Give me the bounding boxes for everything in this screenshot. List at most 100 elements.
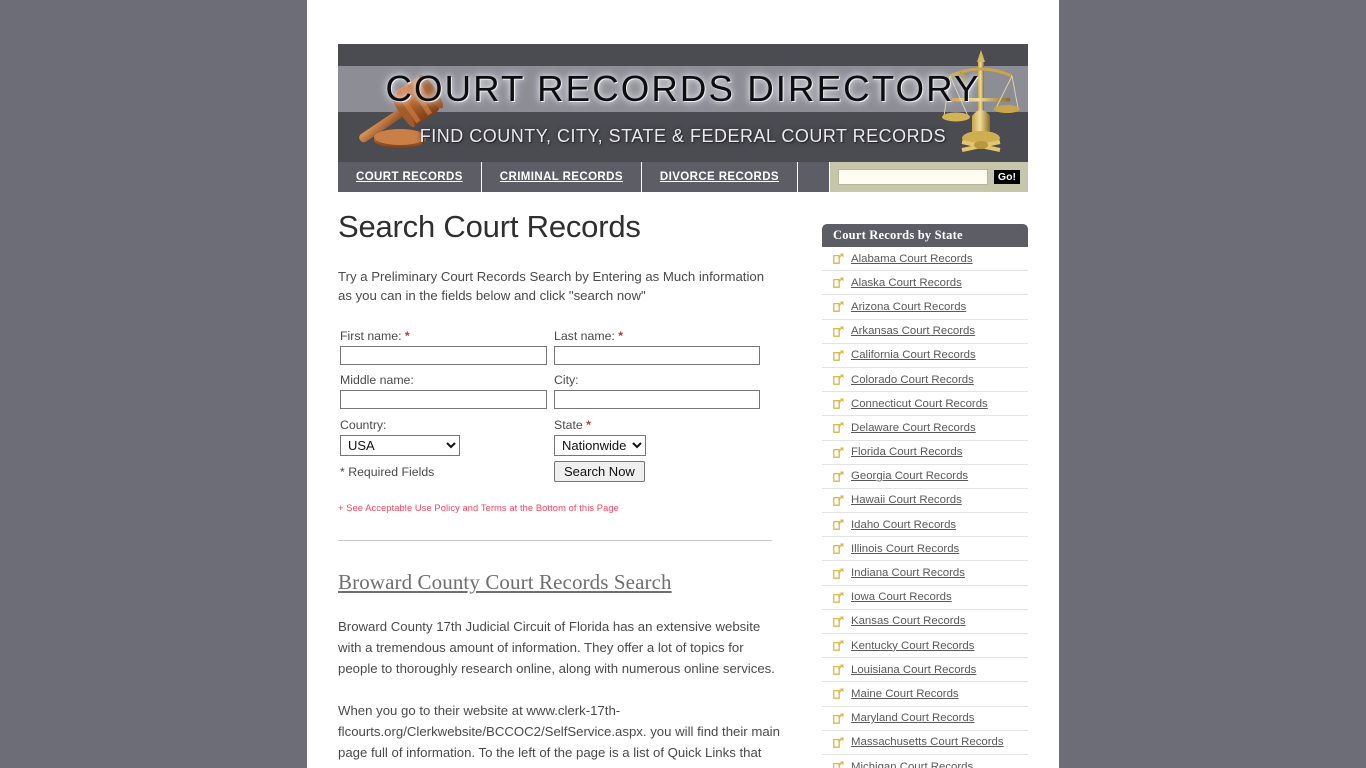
external-link-icon — [833, 591, 844, 603]
external-link-icon — [833, 761, 844, 768]
main-navigation: COURT RECORDS CRIMINAL RECORDS DIVORCE R… — [338, 162, 1028, 192]
sidebar-state-list: Alabama Court Records Alaska Court Record… — [822, 247, 1028, 768]
sidebar-item-state[interactable]: Kentucky Court Records — [822, 634, 1028, 659]
sidebar-item-state[interactable]: Colorado Court Records — [822, 368, 1028, 393]
sidebar-item-label[interactable]: Illinois Court Records — [851, 543, 959, 555]
state-select[interactable]: Nationwide — [554, 435, 646, 457]
external-link-icon — [833, 422, 844, 434]
state-label-text: State — [554, 418, 583, 433]
content-divider — [338, 540, 772, 542]
acceptable-use-policy-link[interactable]: + See Acceptable Use Policy and Terms at… — [338, 503, 785, 513]
court-records-search-form: First name: * Last name: * Middle name: … — [338, 329, 785, 489]
header-search-input[interactable] — [837, 169, 988, 185]
search-now-button[interactable]: Search Now — [554, 461, 645, 483]
city-label: City: — [554, 373, 579, 388]
last-name-label: Last name: * — [554, 329, 623, 343]
external-link-icon — [833, 398, 844, 410]
sidebar-item-state[interactable]: Georgia Court Records — [822, 465, 1028, 489]
external-link-icon — [833, 519, 844, 531]
sidebar-item-state[interactable]: Alabama Court Records — [822, 247, 1028, 272]
state-required-marker: * — [586, 418, 591, 433]
sidebar-item-label[interactable]: Idaho Court Records — [851, 519, 956, 531]
nav-link-label[interactable]: DIVORCE RECORDS — [660, 171, 779, 183]
country-label: Country: — [340, 418, 387, 433]
external-link-icon — [833, 664, 844, 676]
sidebar-item-label[interactable]: Georgia Court Records — [851, 470, 968, 482]
nav-link-label[interactable]: COURT RECORDS — [356, 171, 463, 183]
nav-link-label[interactable]: CRIMINAL RECORDS — [500, 171, 623, 183]
sidebar-item-label[interactable]: Massachusetts Court Records — [851, 736, 1004, 748]
external-link-icon — [833, 374, 844, 385]
sidebar-item-state[interactable]: Maryland Court Records — [822, 707, 1028, 731]
sidebar-item-label[interactable]: Iowa Court Records — [851, 591, 952, 603]
article-paragraph-1: Broward County 17th Judicial Circuit of … — [338, 619, 775, 677]
site-banner: COURT RECORDS DIRECTORY FIND COUNTY, CIT… — [338, 44, 1028, 162]
external-link-icon — [833, 640, 844, 651]
first-name-label-text: First name: — [340, 329, 402, 344]
sidebar-item-state[interactable]: Idaho Court Records — [822, 513, 1028, 538]
sidebar-item-label[interactable]: Kentucky Court Records — [851, 640, 974, 652]
external-link-icon — [833, 495, 844, 506]
sidebar-item-label[interactable]: Hawaii Court Records — [851, 494, 962, 506]
nav-item-divorce-records[interactable]: DIVORCE RECORDS — [642, 162, 799, 192]
country-select[interactable]: USA — [340, 435, 460, 457]
nav-spacer — [798, 162, 830, 192]
sidebar-item-label[interactable]: Delaware Court Records — [851, 422, 976, 434]
sidebar-item-label[interactable]: Alaska Court Records — [851, 277, 962, 289]
middle-name-label: Middle name: — [340, 373, 414, 388]
sidebar-item-label[interactable]: Colorado Court Records — [851, 374, 974, 386]
sidebar-item-label[interactable]: Louisiana Court Records — [851, 664, 976, 676]
external-link-icon — [833, 688, 844, 700]
sidebar-item-state[interactable]: Hawaii Court Records — [822, 489, 1028, 514]
sidebar-item-state[interactable]: Indiana Court Records — [822, 561, 1028, 586]
external-link-icon — [833, 253, 844, 264]
sidebar-item-label[interactable]: Alabama Court Records — [851, 253, 973, 265]
sidebar-item-state[interactable]: Florida Court Records — [822, 441, 1028, 465]
sidebar-item-state[interactable]: California Court Records — [822, 344, 1028, 368]
external-link-icon — [833, 616, 844, 627]
nav-item-court-records[interactable]: COURT RECORDS — [338, 162, 482, 192]
sidebar-item-label[interactable]: Arizona Court Records — [851, 301, 966, 313]
header-search-go-button[interactable]: Go! — [993, 169, 1020, 185]
sidebar-item-state[interactable]: Iowa Court Records — [822, 586, 1028, 610]
sidebar-item-state[interactable]: Illinois Court Records — [822, 537, 1028, 562]
sidebar-item-state[interactable]: Alaska Court Records — [822, 271, 1028, 296]
city-input[interactable] — [554, 390, 760, 410]
sidebar-item-state[interactable]: Kansas Court Records — [822, 610, 1028, 634]
sidebar-header: Court Records by State — [822, 224, 1028, 247]
sidebar-item-state[interactable]: Maine Court Records — [822, 682, 1028, 707]
external-link-icon — [833, 349, 844, 361]
external-link-icon — [833, 736, 844, 748]
middle-name-input[interactable] — [340, 390, 547, 410]
sidebar-item-label[interactable]: Maine Court Records — [851, 688, 959, 700]
last-name-input[interactable] — [554, 346, 760, 366]
sidebar-item-state[interactable]: Louisiana Court Records — [822, 658, 1028, 683]
first-name-input[interactable] — [340, 346, 547, 366]
sidebar-item-label[interactable]: Florida Court Records — [851, 446, 962, 458]
article-paragraph-2: When you go to their website at www.cler… — [338, 703, 780, 768]
article-title[interactable]: Broward County Court Records Search — [338, 570, 785, 595]
sidebar-item-state[interactable]: Arkansas Court Records — [822, 320, 1028, 344]
sidebar-item-state[interactable]: Connecticut Court Records — [822, 392, 1028, 417]
sidebar-item-state[interactable]: Delaware Court Records — [822, 416, 1028, 441]
sidebar-item-label[interactable]: Arkansas Court Records — [851, 325, 975, 337]
sidebar-item-label[interactable]: California Court Records — [851, 349, 976, 361]
sidebar-item-label[interactable]: Connecticut Court Records — [851, 398, 988, 410]
external-link-icon — [833, 567, 844, 579]
sidebar-item-label[interactable]: Michigan Court Records — [851, 761, 973, 768]
nav-item-criminal-records[interactable]: CRIMINAL RECORDS — [482, 162, 642, 192]
banner-title: COURT RECORDS DIRECTORY — [385, 68, 981, 109]
sidebar-item-state[interactable]: Michigan Court Records — [822, 755, 1028, 768]
required-fields-note: * Required Fields — [340, 465, 435, 480]
external-link-icon — [833, 470, 844, 482]
sidebar-item-label[interactable]: Kansas Court Records — [851, 615, 966, 627]
last-name-label-text: Last name: — [554, 329, 615, 344]
sidebar-item-state[interactable]: Massachusetts Court Records — [822, 731, 1028, 755]
sidebar-item-label[interactable]: Maryland Court Records — [851, 712, 974, 724]
sidebar-item-label[interactable]: Indiana Court Records — [851, 567, 965, 579]
sidebar-item-state[interactable]: Arizona Court Records — [822, 295, 1028, 320]
state-label: State * — [554, 418, 591, 432]
page-title: Search Court Records — [338, 209, 641, 244]
state-sidebar: Court Records by State Alabama Court Rec… — [822, 224, 1028, 768]
external-link-icon — [833, 712, 844, 724]
